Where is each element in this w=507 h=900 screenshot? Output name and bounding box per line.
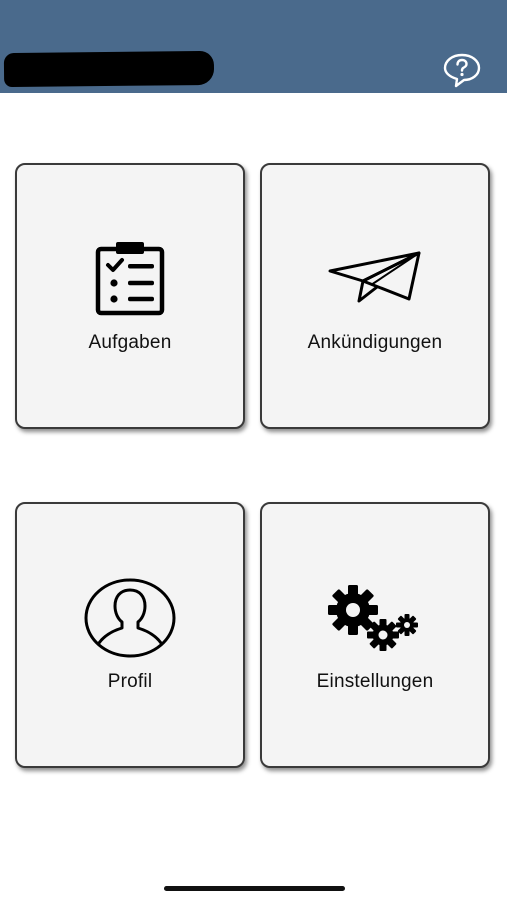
tile-label-settings: Einstellungen — [316, 671, 434, 692]
paper-plane-icon — [328, 251, 421, 303]
user-profile-icon — [84, 578, 176, 658]
help-button[interactable] — [442, 52, 482, 88]
tile-profile[interactable]: Profil — [15, 502, 245, 768]
tile-settings[interactable]: Einstellungen — [260, 502, 490, 768]
tile-tasks[interactable]: Aufgaben — [15, 163, 245, 429]
tile-announcements[interactable]: Ankündigungen — [260, 163, 490, 429]
tile-label-tasks: Aufgaben — [88, 332, 172, 353]
header-title-redacted — [3, 50, 215, 88]
home-indicator[interactable] — [164, 886, 345, 891]
app-header — [0, 0, 507, 93]
help-bubble-icon — [443, 53, 481, 88]
gears-icon — [328, 585, 418, 651]
tile-label-profile: Profil — [107, 671, 153, 692]
clipboard-checklist-icon — [95, 242, 165, 316]
tile-label-announcements: Ankündigungen — [307, 332, 443, 353]
